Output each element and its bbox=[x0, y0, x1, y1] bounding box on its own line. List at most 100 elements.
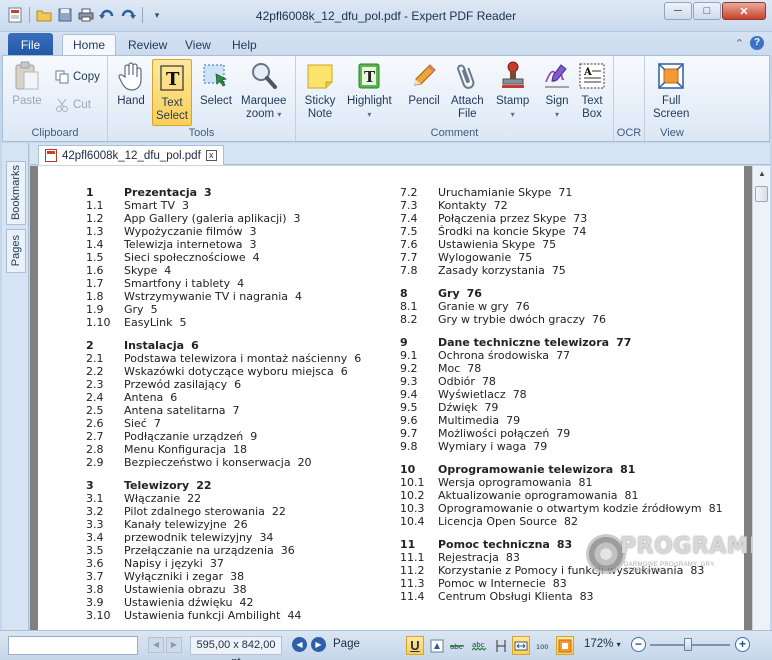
toc-page-number: 26 bbox=[233, 518, 248, 531]
strikeout-tool-icon[interactable]: abc bbox=[448, 636, 466, 655]
highlight-dropdown-icon[interactable]: ▾ bbox=[367, 108, 371, 121]
scroll-up-icon[interactable]: ▲ bbox=[756, 169, 768, 181]
insert-text-tool-icon[interactable] bbox=[428, 636, 446, 655]
sign-button[interactable]: Sign ▾ bbox=[541, 60, 573, 121]
scroll-thumb[interactable] bbox=[755, 186, 768, 202]
toc-entry-title: Granie w gry bbox=[438, 300, 509, 313]
toc-entry: 1.7 Smartfony i tablety 4 bbox=[86, 277, 361, 290]
toc-page-number: 76 bbox=[466, 287, 482, 300]
text-box-button[interactable]: A Text Box bbox=[576, 60, 608, 121]
toc-entry-number: 11.1 bbox=[400, 551, 425, 564]
toc-page-number: 78 bbox=[481, 375, 496, 388]
paste-button[interactable]: Paste bbox=[11, 60, 43, 108]
view-group-label: View bbox=[660, 127, 684, 139]
document-viewer[interactable]: 1 Prezentacja 3 1.1 Smart TV 3 1.2 App Gallery … bbox=[30, 166, 752, 630]
zoom-out-button[interactable]: − bbox=[631, 637, 646, 652]
stamp-button[interactable]: Stamp ▾ bbox=[496, 60, 529, 121]
squiggly-tool-icon[interactable]: abc bbox=[470, 636, 488, 655]
tab-help[interactable]: Help bbox=[222, 36, 267, 56]
zoom-in-button[interactable]: + bbox=[735, 637, 750, 652]
go-forward-icon[interactable]: ▶ bbox=[311, 637, 326, 652]
tab-home[interactable]: Home bbox=[62, 34, 117, 57]
toc-entry: 1.4 Telewizja internetowa 3 bbox=[86, 238, 361, 251]
minimize-ribbon-icon[interactable]: ⌃ bbox=[735, 37, 744, 50]
toc-entry-number: 10.4 bbox=[400, 515, 425, 528]
hand-button[interactable]: Hand bbox=[115, 60, 147, 108]
toc-entry: 7.6 Ustawienia Skype 75 bbox=[400, 238, 723, 251]
toc-entry-number: 1.1 bbox=[86, 199, 104, 212]
full-screen-label-2: Screen bbox=[653, 108, 690, 120]
pages-label: Pages bbox=[10, 235, 22, 267]
toc-chapter-number: 8 bbox=[400, 287, 408, 300]
fit-page-button[interactable] bbox=[556, 636, 574, 655]
fit-width-button[interactable] bbox=[512, 636, 530, 655]
copy-button[interactable]: Copy bbox=[55, 70, 100, 84]
toc-entry: 3.7 Wyłączniki i zegar 38 bbox=[86, 570, 361, 583]
toc-entry-number: 9.7 bbox=[400, 427, 418, 440]
close-document-button[interactable]: x bbox=[205, 150, 217, 161]
toc-entry-number: 9.5 bbox=[400, 401, 418, 414]
tab-view[interactable]: View bbox=[175, 36, 221, 56]
column-select-icon[interactable] bbox=[492, 636, 510, 655]
toc-entry: 3.6 Napisy i języki 37 bbox=[86, 557, 361, 570]
underline-tool-button[interactable]: U bbox=[406, 636, 424, 655]
status-bar: ◀ ▶ 595,00 x 842,00 pt ◀ ▶ Page U abc ab… bbox=[0, 630, 772, 660]
text-select-button[interactable]: T Text Select bbox=[152, 59, 192, 126]
toc-page-number: 6 bbox=[170, 391, 178, 404]
watermark-logo: PROGRAMKI.PL DARMOWE PROGRAMY, GRY, STER… bbox=[586, 528, 752, 584]
maximize-button[interactable]: □ bbox=[693, 2, 721, 20]
toc-entry: 7.3 Kontakty 72 bbox=[400, 199, 723, 212]
toc-entry-title: Środki na koncie Skype bbox=[438, 225, 566, 238]
vertical-scrollbar[interactable]: ▲ bbox=[752, 166, 770, 630]
zoom-level[interactable]: 172% ▾ bbox=[584, 638, 621, 650]
toc-entry-number: 2.3 bbox=[86, 378, 104, 391]
ocr-group-label[interactable]: OCR bbox=[614, 127, 644, 139]
next-page-button[interactable]: ▶ bbox=[166, 637, 182, 653]
marquee-zoom-button[interactable]: Marquee zoom ▾ bbox=[241, 60, 286, 121]
pencil-button[interactable]: Pencil bbox=[408, 60, 440, 108]
close-button[interactable]: ✕ bbox=[722, 2, 766, 20]
toc-chapter-number: 9 bbox=[400, 336, 408, 349]
toc-entry-number: 3.2 bbox=[86, 505, 104, 518]
toc-entry-number: 2.1 bbox=[86, 352, 104, 365]
tab-pages[interactable]: Pages bbox=[6, 229, 26, 273]
toc-entry: 7.7 Wylogowanie 75 bbox=[400, 251, 723, 264]
go-back-icon[interactable]: ◀ bbox=[292, 637, 307, 652]
cut-button[interactable]: Cut bbox=[55, 98, 91, 112]
window-controls: ─ □ ✕ bbox=[664, 2, 766, 20]
toc-entry-number: 2.6 bbox=[86, 417, 104, 430]
toc-entry-title: Oprogramowanie o otwartym kodzie źródłow… bbox=[438, 502, 702, 515]
sticky-note-button[interactable]: Sticky Note bbox=[304, 60, 336, 121]
zoom-slider[interactable] bbox=[650, 638, 730, 651]
tab-file[interactable]: File bbox=[8, 33, 53, 56]
toc-chapter-heading: 10 Oprogramowanie telewizora 81 bbox=[400, 463, 723, 476]
toc-entry: 7.2 Uruchamianie Skype 71 bbox=[400, 186, 723, 199]
stamp-dropdown-icon[interactable]: ▾ bbox=[511, 108, 515, 121]
attach-file-button[interactable]: Attach File bbox=[451, 60, 484, 121]
toc-entry-number: 7.6 bbox=[400, 238, 418, 251]
toc-entry-title: Multimedia bbox=[438, 414, 500, 427]
toc-page-number: 37 bbox=[209, 557, 224, 570]
paperclip-icon bbox=[451, 60, 483, 92]
window-title: 42pfl6008k_12_dfu_pol.pdf - Expert PDF R… bbox=[255, 9, 517, 23]
toc-entry-title: Możliwości połączeń bbox=[438, 427, 550, 440]
zoom-slider-knob[interactable] bbox=[684, 638, 692, 651]
actual-size-icon[interactable]: 100 bbox=[534, 636, 552, 655]
signature-icon bbox=[541, 60, 573, 92]
help-icon[interactable]: ? bbox=[750, 36, 764, 50]
text-box-label-1: Text bbox=[581, 95, 603, 107]
toc-entry: 9.7 Możliwości połączeń 79 bbox=[400, 427, 723, 440]
tab-bookmarks[interactable]: Bookmarks bbox=[6, 161, 26, 225]
toc-page-number: 81 bbox=[620, 463, 636, 476]
minimize-button[interactable]: ─ bbox=[664, 2, 692, 20]
full-screen-button[interactable]: Full Screen bbox=[653, 60, 689, 121]
select-button[interactable]: Select bbox=[200, 60, 232, 108]
toc-entry: 10.2 Aktualizowanie oprogramowania 81 bbox=[400, 489, 723, 502]
previous-page-button[interactable]: ◀ bbox=[148, 637, 164, 653]
document-tab[interactable]: 42pfl6008k_12_dfu_pol.pdf x bbox=[38, 145, 224, 165]
search-input[interactable] bbox=[8, 636, 138, 655]
highlight-button[interactable]: T Highlight ▾ bbox=[347, 60, 392, 121]
tab-review[interactable]: Review bbox=[118, 36, 177, 56]
sign-dropdown-icon[interactable]: ▾ bbox=[555, 108, 559, 121]
toc-entry: 11.4 Centrum Obsługi Klienta 83 bbox=[400, 590, 723, 603]
